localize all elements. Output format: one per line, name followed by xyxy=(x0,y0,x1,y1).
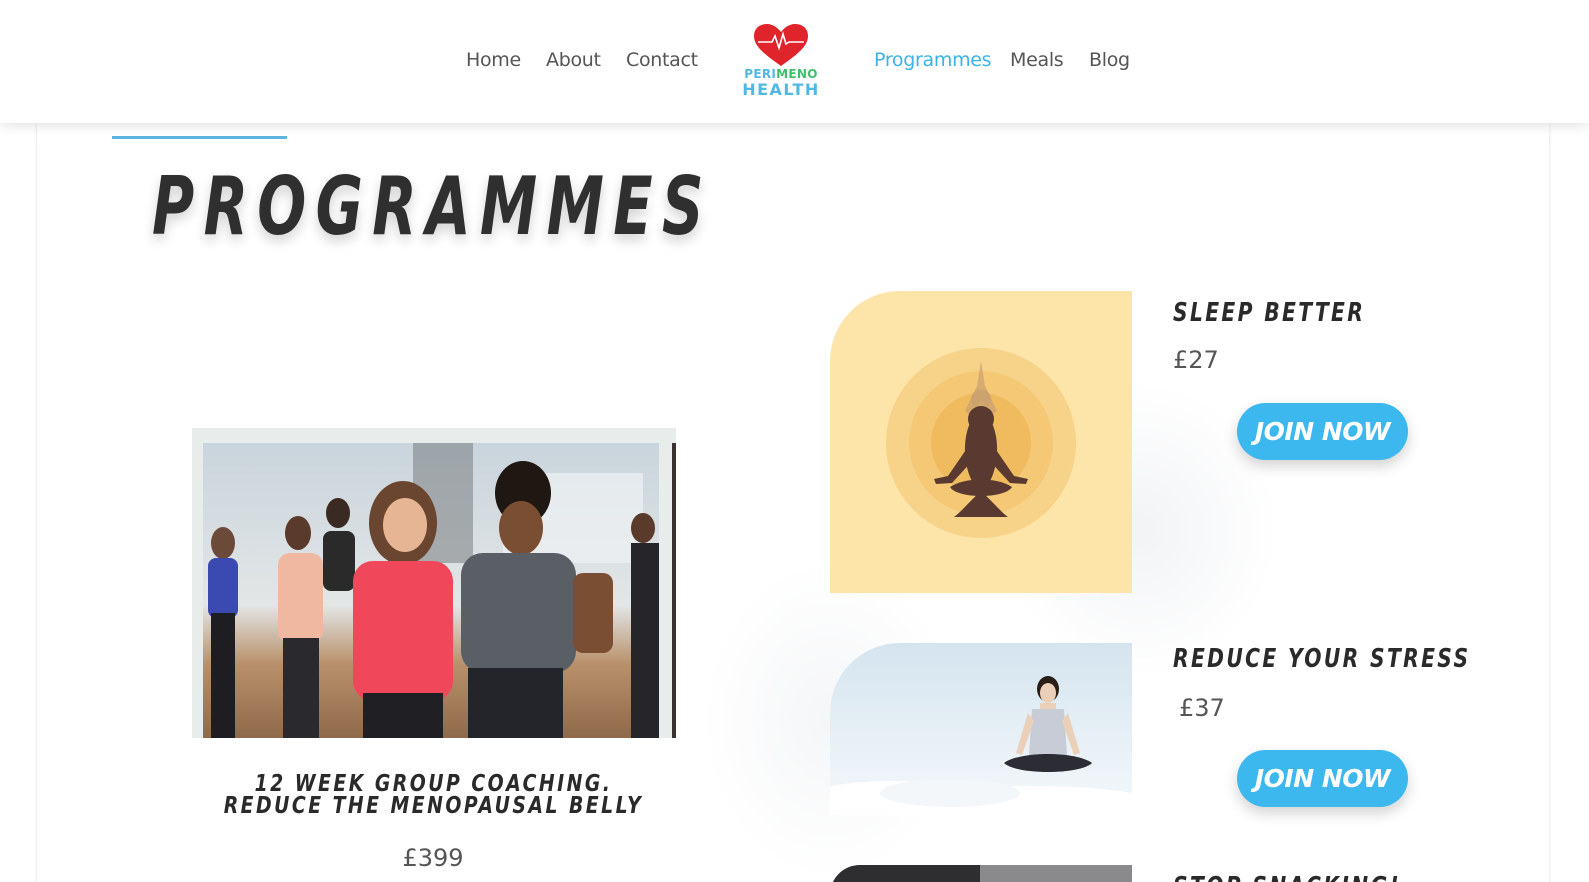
sleep-better-price: £27 xyxy=(1173,346,1219,374)
image-dark-area xyxy=(830,865,980,882)
third-programme-image[interactable] xyxy=(830,865,1132,882)
main-programme-title[interactable]: 12 WEEK GROUP COACHING. REDUCE THE MENOP… xyxy=(201,773,666,818)
sleep-better-image[interactable] xyxy=(830,291,1132,593)
logo-wordmark-bottom: HEALTH xyxy=(742,80,820,99)
reduce-stress-image[interactable] xyxy=(830,643,1132,815)
title-accent-line xyxy=(112,136,287,139)
nav-meals[interactable]: Meals xyxy=(1010,49,1064,71)
site-logo[interactable]: PERIMENO HEALTH xyxy=(736,22,826,102)
main-programme-price: £399 xyxy=(402,844,464,872)
sleep-better-join-button[interactable]: JOIN NOW xyxy=(1237,403,1408,460)
nav-about[interactable]: About xyxy=(546,49,601,71)
woman-meditating-photo xyxy=(830,676,1132,815)
nav-home[interactable]: Home xyxy=(466,49,521,71)
sleep-better-title[interactable]: SLEEP BETTER xyxy=(1173,298,1365,328)
nav-blog[interactable]: Blog xyxy=(1089,49,1130,71)
image-grey-area xyxy=(980,865,1132,882)
nav-programmes[interactable]: Programmes xyxy=(874,49,992,71)
group-fitness-class-photo xyxy=(203,443,659,738)
logo-wordmark-top: PERIMENO xyxy=(744,67,818,81)
nav-contact[interactable]: Contact xyxy=(626,49,698,71)
heart-heartbeat-icon xyxy=(754,24,808,66)
meditation-silhouette-icon xyxy=(886,348,1076,538)
site-header: Home About Contact PERIMENO HEALTH Progr… xyxy=(0,0,1589,123)
main-programme-image[interactable] xyxy=(192,428,676,738)
reduce-stress-title[interactable]: REDUCE YOUR STRESS xyxy=(1173,644,1470,674)
third-programme-title[interactable]: STOP SNACKING! xyxy=(1173,872,1401,882)
page-title: PROGRAMMES xyxy=(152,160,713,253)
image-edge xyxy=(672,443,676,738)
reduce-stress-price: £37 xyxy=(1179,694,1225,722)
reduce-stress-join-button[interactable]: JOIN NOW xyxy=(1237,750,1408,807)
